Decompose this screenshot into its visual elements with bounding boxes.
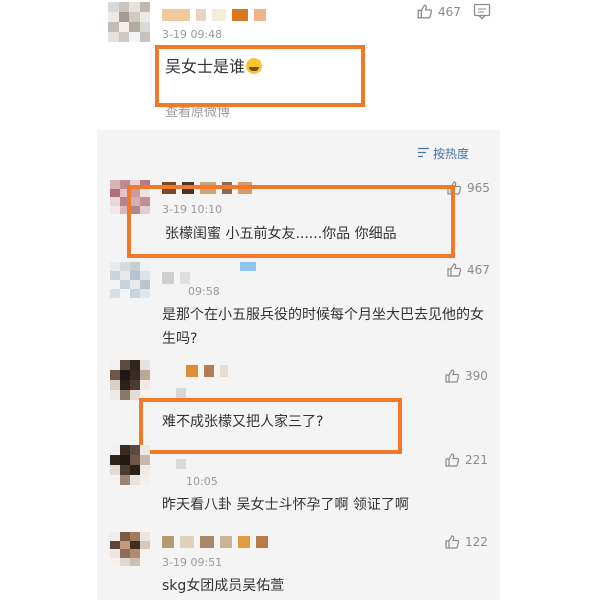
like-count: 467 [467,263,490,277]
avatar[interactable] [110,262,150,298]
highlight-box-reply-1 [127,185,455,258]
reply-timestamp: 3-19 09:51 [162,556,223,569]
avatar[interactable] [110,445,150,485]
username-pixelated[interactable] [162,9,266,21]
comment-icon[interactable] [473,3,491,24]
sort-label: 按热度 [433,147,470,161]
username-pixelated[interactable] [162,272,190,284]
reply-text: 是那个在小五服兵役的时候每个月坐大巴去见他的女生吗? [162,307,484,347]
like-button[interactable]: 467 [446,262,490,278]
like-button[interactable]: 390 [444,368,488,384]
reply-timestamp: 10:05 [186,475,218,488]
avatar[interactable] [108,2,150,42]
username-pixelated[interactable] [176,459,186,469]
reply-timestamp: 09:58 [188,285,220,298]
comment-timestamp: 3-19 09:48 [162,28,223,41]
like-button[interactable]: 467 [416,3,461,20]
like-button[interactable]: 122 [444,534,488,550]
highlight-box-main [155,45,365,107]
username-pixelated[interactable] [162,536,268,548]
reply-text: 昨天看八卦 吴女士斗怀孕了啊 领证了啊 [162,497,409,513]
like-count: 467 [438,4,461,19]
thumbs-up-icon [444,452,460,468]
thumbs-up-icon [446,262,462,278]
reply-text: skg女团成员吴佑萱 [162,578,285,594]
thumbs-up-icon [444,534,460,550]
avatar[interactable] [110,532,150,566]
username-pixelated[interactable] [176,388,186,398]
sort-lines-icon [417,147,430,161]
like-button[interactable]: 221 [444,452,488,468]
like-count: 965 [467,181,490,195]
thumbs-up-icon [444,368,460,384]
highlight-box-reply-3 [139,398,402,454]
sort-by-heat-button[interactable]: 按热度 [417,145,469,162]
like-count: 390 [465,369,488,383]
like-count: 221 [465,453,488,467]
avatar[interactable] [110,360,150,400]
thumbs-up-icon [416,3,433,20]
like-count: 122 [465,535,488,549]
username-pixelated[interactable] [186,365,228,377]
name-pixel-block [240,262,256,271]
